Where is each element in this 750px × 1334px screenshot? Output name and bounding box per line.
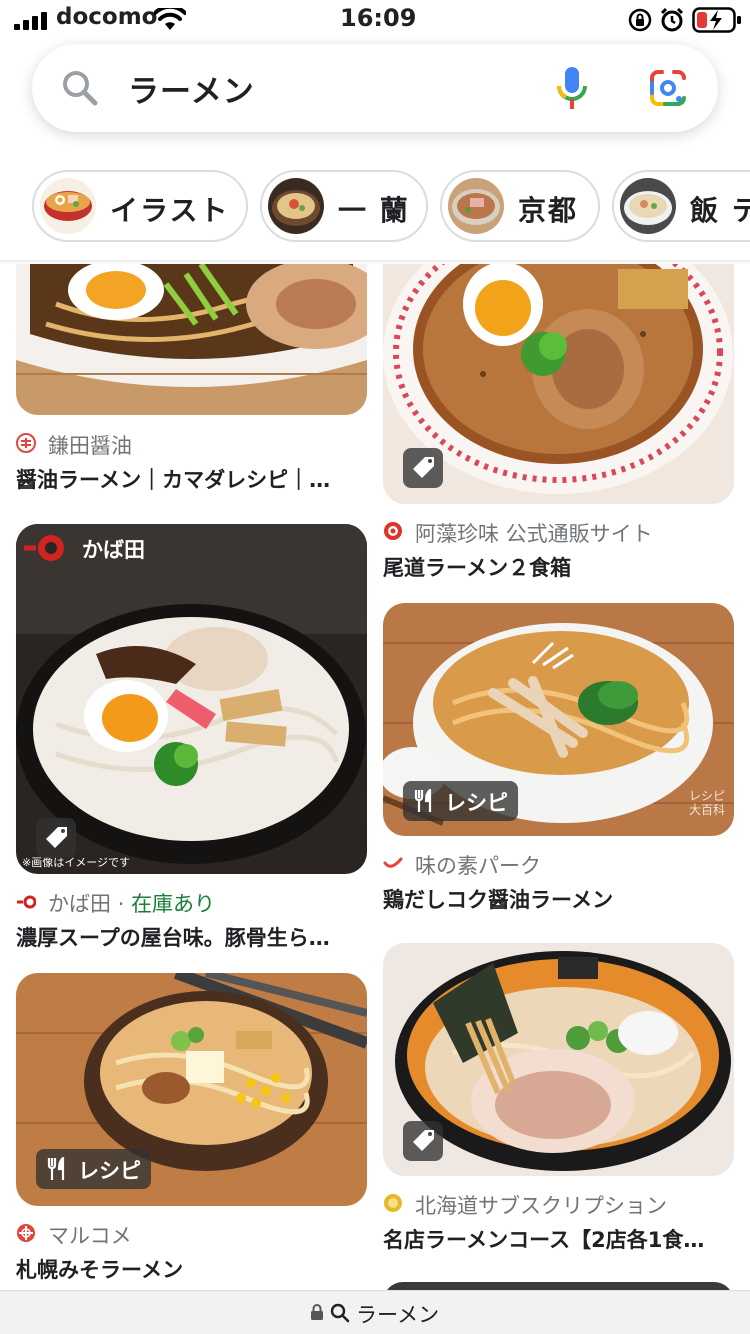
result-image-kamada[interactable]: [16, 264, 367, 415]
stock-status: 在庫あり: [131, 892, 216, 916]
chip-thumbnail: [268, 178, 324, 234]
carrier-name: docomo: [56, 4, 158, 30]
result-title[interactable]: 濃厚スープの屋台味。豚骨生ら…: [16, 922, 367, 952]
chip-meshi[interactable]: 飯 テ: [612, 170, 750, 242]
image-brand-text: かば田: [82, 538, 145, 562]
search-box[interactable]: ラーメン: [32, 44, 718, 132]
result-image-ajinomoto[interactable]: レシピ大百科 レシピ: [383, 603, 734, 836]
chip-thumbnail: [620, 178, 676, 234]
tag-icon: [403, 1121, 443, 1161]
fork-knife-icon: [47, 1157, 65, 1180]
fork-knife-icon: [414, 789, 432, 812]
marukome-favicon: [17, 1224, 35, 1242]
source-name: 味の素パーク: [415, 854, 541, 878]
recipe-label: レシピ: [78, 1159, 141, 1183]
source-name: マルコメ: [48, 1224, 132, 1248]
separator-dot: ·: [117, 892, 125, 916]
chip-illust[interactable]: イラスト: [32, 170, 248, 242]
tag-icon: [403, 448, 443, 488]
result-title[interactable]: 札幌みそラーメン: [16, 1254, 367, 1284]
result-title[interactable]: 鶏だしコク醤油ラーメン: [383, 884, 734, 914]
browser-address-bar[interactable]: ラーメン: [0, 1290, 750, 1334]
chip-label: 京都: [518, 194, 579, 227]
source-line: かば田 · 在庫あり: [48, 888, 215, 918]
result-image-amo[interactable]: [383, 264, 734, 504]
ajinomoto-favicon: [383, 857, 403, 868]
alarm-icon: [660, 7, 684, 32]
kabata-favicon: [17, 895, 36, 909]
source-name: 北海道サブスクリプション: [415, 1194, 667, 1218]
recipe-badge: レシピ: [403, 781, 518, 821]
suggestion-chips: イラスト 一 蘭 京都 飯 テ: [0, 170, 750, 242]
chip-label: イラスト: [110, 194, 230, 227]
status-bar: docomo 16:09: [0, 0, 750, 40]
orientation-lock-icon: [628, 8, 652, 32]
address-text[interactable]: ラーメン: [356, 1299, 439, 1329]
source-name: 鎌田醤油: [48, 434, 132, 458]
recipe-badge: レシピ: [36, 1149, 151, 1189]
google-lens-icon[interactable]: [648, 68, 688, 108]
result-title[interactable]: 尾道ラーメン２食箱: [383, 552, 734, 582]
result-title[interactable]: 醤油ラーメン｜カマダレシピ｜…: [16, 464, 367, 494]
result-image-marukome[interactable]: レシピ: [16, 973, 367, 1206]
result-image-kabata[interactable]: かば田 ※画像はイメージです: [16, 524, 367, 874]
search-icon[interactable]: [60, 68, 100, 108]
source-name: 阿藻珍味 公式通販サイト: [415, 522, 653, 546]
hokkaido-favicon: [384, 1194, 402, 1212]
result-title[interactable]: 名店ラーメンコース【2店各1食…: [383, 1224, 734, 1254]
lock-icon: [311, 1304, 323, 1320]
chip-ichiran[interactable]: 一 蘭: [260, 170, 428, 242]
amo-favicon: [384, 522, 402, 540]
chip-label: 飯 テ: [690, 194, 750, 227]
result-image-hokkaido[interactable]: [383, 943, 734, 1176]
source-name: かば田: [48, 892, 111, 916]
kamada-favicon: [16, 433, 36, 453]
microphone-icon[interactable]: [556, 66, 588, 110]
image-watermark: レシピ大百科: [689, 789, 726, 817]
tag-icon: [36, 818, 76, 858]
search-query[interactable]: ラーメン: [128, 66, 255, 111]
battery-charging-icon: [692, 7, 741, 33]
recipe-label: レシピ: [445, 791, 508, 815]
clock: 16:09: [340, 4, 417, 32]
chip-thumbnail: [448, 178, 504, 234]
chip-thumbnail: [40, 178, 96, 234]
chip-kyoto[interactable]: 京都: [440, 170, 600, 242]
chip-label: 一 蘭: [338, 194, 410, 227]
wifi-icon: [154, 8, 186, 30]
signal-icon: [14, 12, 47, 30]
search-icon: [330, 1303, 350, 1323]
